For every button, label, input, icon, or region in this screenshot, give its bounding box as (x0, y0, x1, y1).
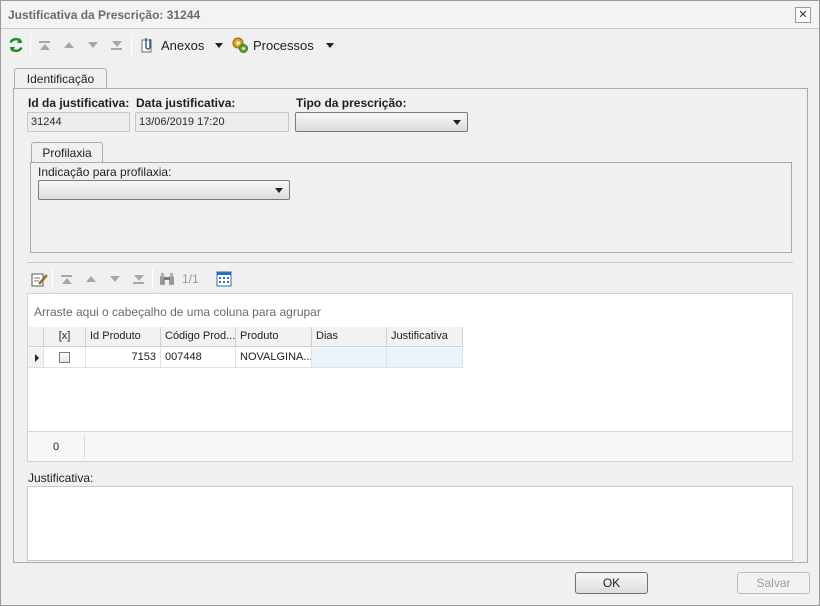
anexos-button[interactable]: Anexos (140, 36, 224, 54)
cell-codigo-produto[interactable]: 007448 (161, 348, 236, 368)
column-header-indicator (28, 327, 44, 346)
column-header-select[interactable]: [x] (44, 327, 86, 346)
last-record-icon (111, 40, 122, 47)
last-record-button[interactable] (111, 36, 122, 54)
chevron-down-icon (325, 42, 334, 48)
cell-justificativa[interactable] (387, 348, 463, 368)
row-select-cell[interactable] (44, 348, 86, 368)
edit-icon (31, 273, 48, 287)
edit-record-button[interactable] (30, 270, 48, 288)
cell-produto[interactable]: NOVALGINA... (236, 348, 312, 368)
row-checkbox[interactable] (59, 352, 70, 363)
justificativa-textarea[interactable] (27, 486, 793, 561)
chevron-down-icon (215, 42, 224, 48)
anexos-label: Anexos (161, 37, 205, 53)
toolbar-separator (30, 34, 31, 56)
prev-record-icon (64, 42, 74, 48)
toolbar-separator (52, 268, 53, 290)
paperclip-icon (141, 38, 152, 53)
window-title: Justificativa da Prescrição: 31244 (8, 8, 201, 22)
tipo-prescricao-select[interactable] (295, 112, 468, 132)
last-record-icon (133, 274, 144, 281)
column-header-id-produto[interactable]: Id Produto (86, 327, 161, 346)
next-record-icon (110, 276, 120, 282)
prescription-justification-window: Justificativa da Prescrição: 31244 ✕ Ane… (0, 0, 820, 606)
main-toolbar: Anexos Processos (1, 30, 819, 60)
close-button[interactable]: ✕ (795, 7, 811, 23)
refresh-icon (9, 37, 23, 53)
first-record-icon-arrow (39, 43, 50, 50)
toolbar-separator (131, 34, 132, 56)
grid-prev-button[interactable] (86, 270, 96, 288)
grid-first-button[interactable] (61, 270, 72, 288)
first-record-button[interactable] (39, 36, 50, 54)
last-record-icon-bar (111, 47, 122, 50)
grid-header: [x] Id Produto Código Prod... Produto Di… (28, 327, 463, 347)
gears-icon (232, 37, 248, 53)
grid-next-button[interactable] (110, 270, 120, 288)
id-justificativa-label: Id da justificativa: (28, 96, 130, 110)
processos-label: Processos (253, 37, 314, 53)
next-record-button[interactable] (88, 36, 98, 54)
title-bar: Justificativa da Prescrição: 31244 ✕ (1, 1, 819, 29)
column-header-justificativa[interactable]: Justificativa (387, 327, 463, 346)
first-record-icon (61, 274, 72, 277)
grid-footer: 0 (28, 431, 792, 461)
chevron-down-icon (453, 120, 461, 125)
id-justificativa-field: 31244 (27, 112, 130, 132)
find-button[interactable] (159, 270, 175, 288)
chevron-down-icon (275, 188, 283, 193)
prev-record-icon (86, 276, 96, 282)
row-indicator (28, 348, 44, 368)
first-record-icon (39, 40, 50, 43)
column-header-produto[interactable]: Produto (236, 327, 312, 346)
prev-record-button[interactable] (64, 36, 74, 54)
first-record-icon-arrow (61, 277, 72, 284)
toolbar-separator (152, 268, 153, 290)
data-justificativa-label: Data justificativa: (136, 96, 236, 110)
table-row[interactable]: 7153 007448 NOVALGINA... (28, 348, 463, 368)
ok-button[interactable]: OK (575, 572, 648, 594)
footer-separator (84, 436, 85, 458)
data-justificativa-field: 13/06/2019 17:20 (135, 112, 289, 132)
tab-identificacao[interactable]: Identificação (14, 68, 107, 89)
justificativa-label: Justificativa: (28, 471, 94, 485)
profilaxia-label: Indicação para profilaxia: (38, 165, 172, 179)
tab-profilaxia[interactable]: Profilaxia (31, 142, 103, 163)
cell-dias[interactable] (312, 348, 387, 368)
column-header-dias[interactable]: Dias (312, 327, 387, 346)
cell-id-produto[interactable]: 7153 (86, 348, 161, 368)
grid-columns-icon (216, 271, 232, 287)
divider (27, 262, 793, 263)
footer-count: 0 (52, 441, 60, 453)
next-record-icon (88, 42, 98, 48)
binoculars-icon (160, 273, 174, 285)
profilaxia-select[interactable] (38, 180, 290, 200)
current-row-icon (35, 354, 39, 362)
column-chooser-button[interactable] (216, 270, 232, 288)
last-record-icon-bar (133, 281, 144, 284)
page-indicator: 1/1 (182, 272, 199, 286)
group-by-hint: Arraste aqui o cabeçalho de uma coluna p… (34, 305, 321, 319)
processos-button[interactable]: Processos (231, 36, 334, 54)
column-header-codigo-produto[interactable]: Código Prod... (161, 327, 236, 346)
grid-toolbar: 1/1 (27, 266, 793, 292)
refresh-button[interactable] (7, 36, 25, 54)
products-grid: Arraste aqui o cabeçalho de uma coluna p… (27, 293, 793, 462)
grid-last-button[interactable] (133, 270, 144, 288)
salvar-button[interactable]: Salvar (737, 572, 810, 594)
tipo-prescricao-label: Tipo da prescrição: (296, 96, 407, 110)
